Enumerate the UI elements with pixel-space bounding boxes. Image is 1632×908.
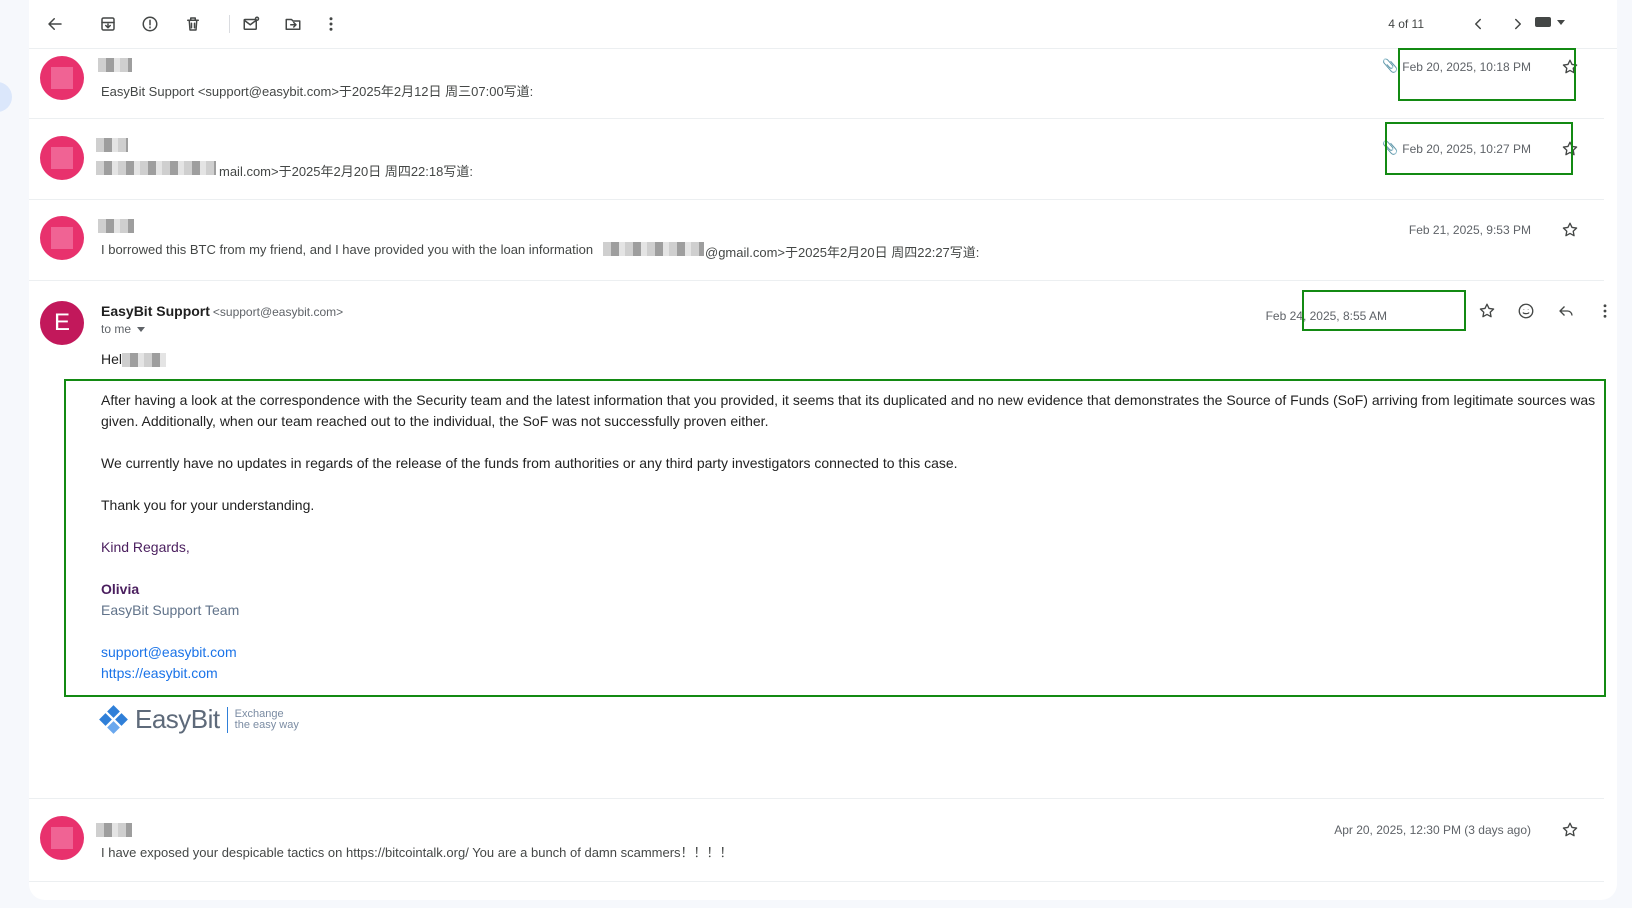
star-icon[interactable]	[1561, 221, 1581, 241]
redacted-sender-name	[96, 138, 128, 152]
highlight-box	[1385, 122, 1573, 175]
mark-unread-icon[interactable]	[237, 10, 265, 38]
pager-text: 4 of 11	[1388, 17, 1424, 31]
chevron-right-icon[interactable]	[1504, 10, 1532, 38]
star-icon[interactable]	[1561, 821, 1581, 841]
greeting-text: Hel	[101, 351, 123, 367]
message-snippet: I borrowed this BTC from my friend, and …	[101, 242, 593, 257]
message-date: Apr 20, 2025, 12:30 PM (3 days ago)	[1334, 823, 1531, 837]
message-snippet-part: I borrowed this BTC from my friend, and …	[101, 242, 594, 257]
more-vert-icon[interactable]	[317, 10, 345, 38]
redacted-email	[603, 242, 704, 256]
report-spam-icon[interactable]	[136, 10, 164, 38]
attachment-icon: 📎	[1382, 58, 1399, 73]
message-snippet: EasyBit Support <support@easybit.com>于20…	[101, 84, 534, 99]
collapsed-message[interactable]: EasyBit Support <support@easybit.com>于20…	[29, 48, 1604, 119]
logo-wordmark: EasyBit	[135, 704, 220, 734]
move-to-icon[interactable]	[279, 10, 307, 38]
collapsed-message[interactable]: mail.com>于2025年2月20日 周四22:18写道: 📎 Feb 20…	[29, 118, 1604, 200]
redacted-email	[96, 161, 216, 175]
logo-divider	[226, 706, 228, 733]
avatar	[40, 816, 84, 860]
back-icon[interactable]	[41, 10, 69, 38]
toolbar: 4 of 11	[29, 0, 1617, 49]
greeting: Hel	[101, 349, 122, 370]
sender-name: EasyBit Support	[101, 303, 210, 319]
easybit-logo-mark	[99, 704, 128, 734]
keyboard-icon[interactable]	[1535, 17, 1565, 27]
logo-tagline-line: the easy way	[234, 718, 299, 731]
collapsed-message[interactable]: I borrowed this BTC from my friend, and …	[29, 199, 1604, 281]
sender-line: EasyBit Support <support@easybit.com>	[101, 303, 343, 319]
collapsed-message[interactable]: I have exposed your despicable tactics o…	[29, 798, 1604, 882]
archive-icon[interactable]	[94, 10, 122, 38]
emoji-icon[interactable]	[1515, 300, 1537, 322]
redacted-sender-name	[98, 58, 132, 72]
reply-icon[interactable]	[1555, 300, 1577, 322]
star-icon[interactable]	[1476, 300, 1498, 322]
more-vert-icon[interactable]	[1594, 300, 1616, 322]
highlight-box	[64, 379, 1606, 697]
redacted-sender-name	[96, 823, 132, 837]
redacted-recipient-name	[122, 353, 166, 367]
chevron-left-icon[interactable]	[1464, 10, 1492, 38]
message-snippet: I have exposed your despicable tactics o…	[101, 845, 733, 860]
recipient-label: to me	[101, 322, 132, 336]
recipient-details-toggle[interactable]: to me	[101, 322, 146, 336]
sender-avatar: E	[40, 301, 84, 345]
highlight-box	[1302, 290, 1466, 331]
avatar	[40, 216, 84, 260]
message-date: Feb 21, 2025, 9:53 PM	[1408, 223, 1531, 237]
toolbar-divider	[229, 15, 230, 33]
message-snippet: mail.com>于2025年2月20日 周四22:18写道:	[219, 164, 473, 179]
message-panel: 4 of 11 EasyBit Support <support@easybit…	[29, 0, 1617, 900]
redacted-sender-name	[98, 219, 134, 233]
sender-email: <support@easybit.com>	[212, 305, 344, 319]
easybit-logo: EasyBit Exchange the easy way	[99, 704, 299, 735]
highlight-box	[1398, 48, 1576, 101]
message-snippet-part: @gmail.com>于2025年2月20日 周四22:27写道:	[705, 245, 980, 260]
logo-tagline: Exchange the easy way	[234, 707, 299, 731]
avatar	[40, 136, 84, 180]
chevron-down-icon	[137, 326, 146, 332]
side-nav-indicator	[0, 82, 12, 112]
avatar	[40, 56, 84, 100]
logo-tagline-line: Exchange	[234, 707, 284, 720]
delete-icon[interactable]	[179, 10, 207, 38]
